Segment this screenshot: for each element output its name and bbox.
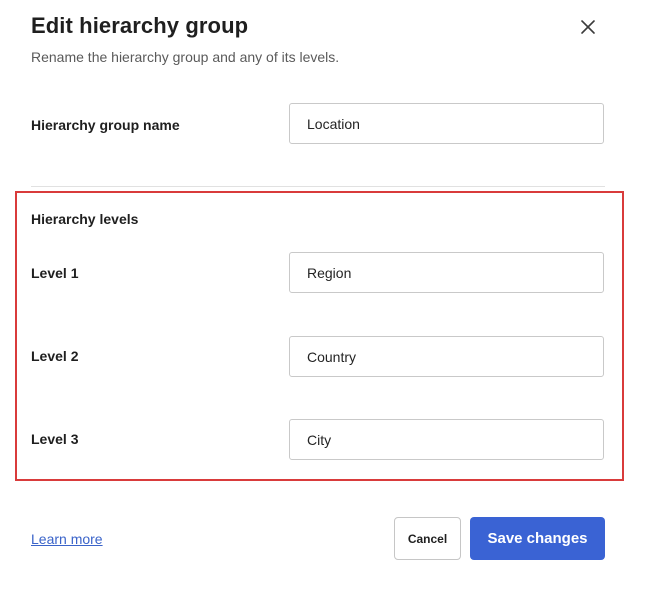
level-2-input[interactable] — [289, 336, 604, 377]
group-name-input[interactable] — [289, 103, 604, 144]
group-name-label: Hierarchy group name — [31, 117, 180, 133]
level-3-label: Level 3 — [31, 431, 79, 447]
hierarchy-levels-heading: Hierarchy levels — [31, 211, 139, 227]
dialog-subtitle: Rename the hierarchy group and any of it… — [31, 49, 340, 65]
level-3-input[interactable] — [289, 419, 604, 460]
close-button[interactable] — [577, 16, 599, 38]
level-1-input[interactable] — [289, 252, 604, 293]
edit-hierarchy-dialog: Edit hierarchy group Rename the hierarch… — [0, 0, 645, 596]
learn-more-link[interactable]: Learn more — [31, 531, 103, 547]
cancel-button[interactable]: Cancel — [394, 517, 461, 560]
level-1-label: Level 1 — [31, 265, 79, 281]
section-divider — [31, 186, 605, 187]
dialog-title: Edit hierarchy group — [31, 13, 249, 38]
close-icon — [581, 20, 595, 34]
save-changes-button[interactable]: Save changes — [470, 517, 605, 560]
level-2-label: Level 2 — [31, 348, 79, 364]
